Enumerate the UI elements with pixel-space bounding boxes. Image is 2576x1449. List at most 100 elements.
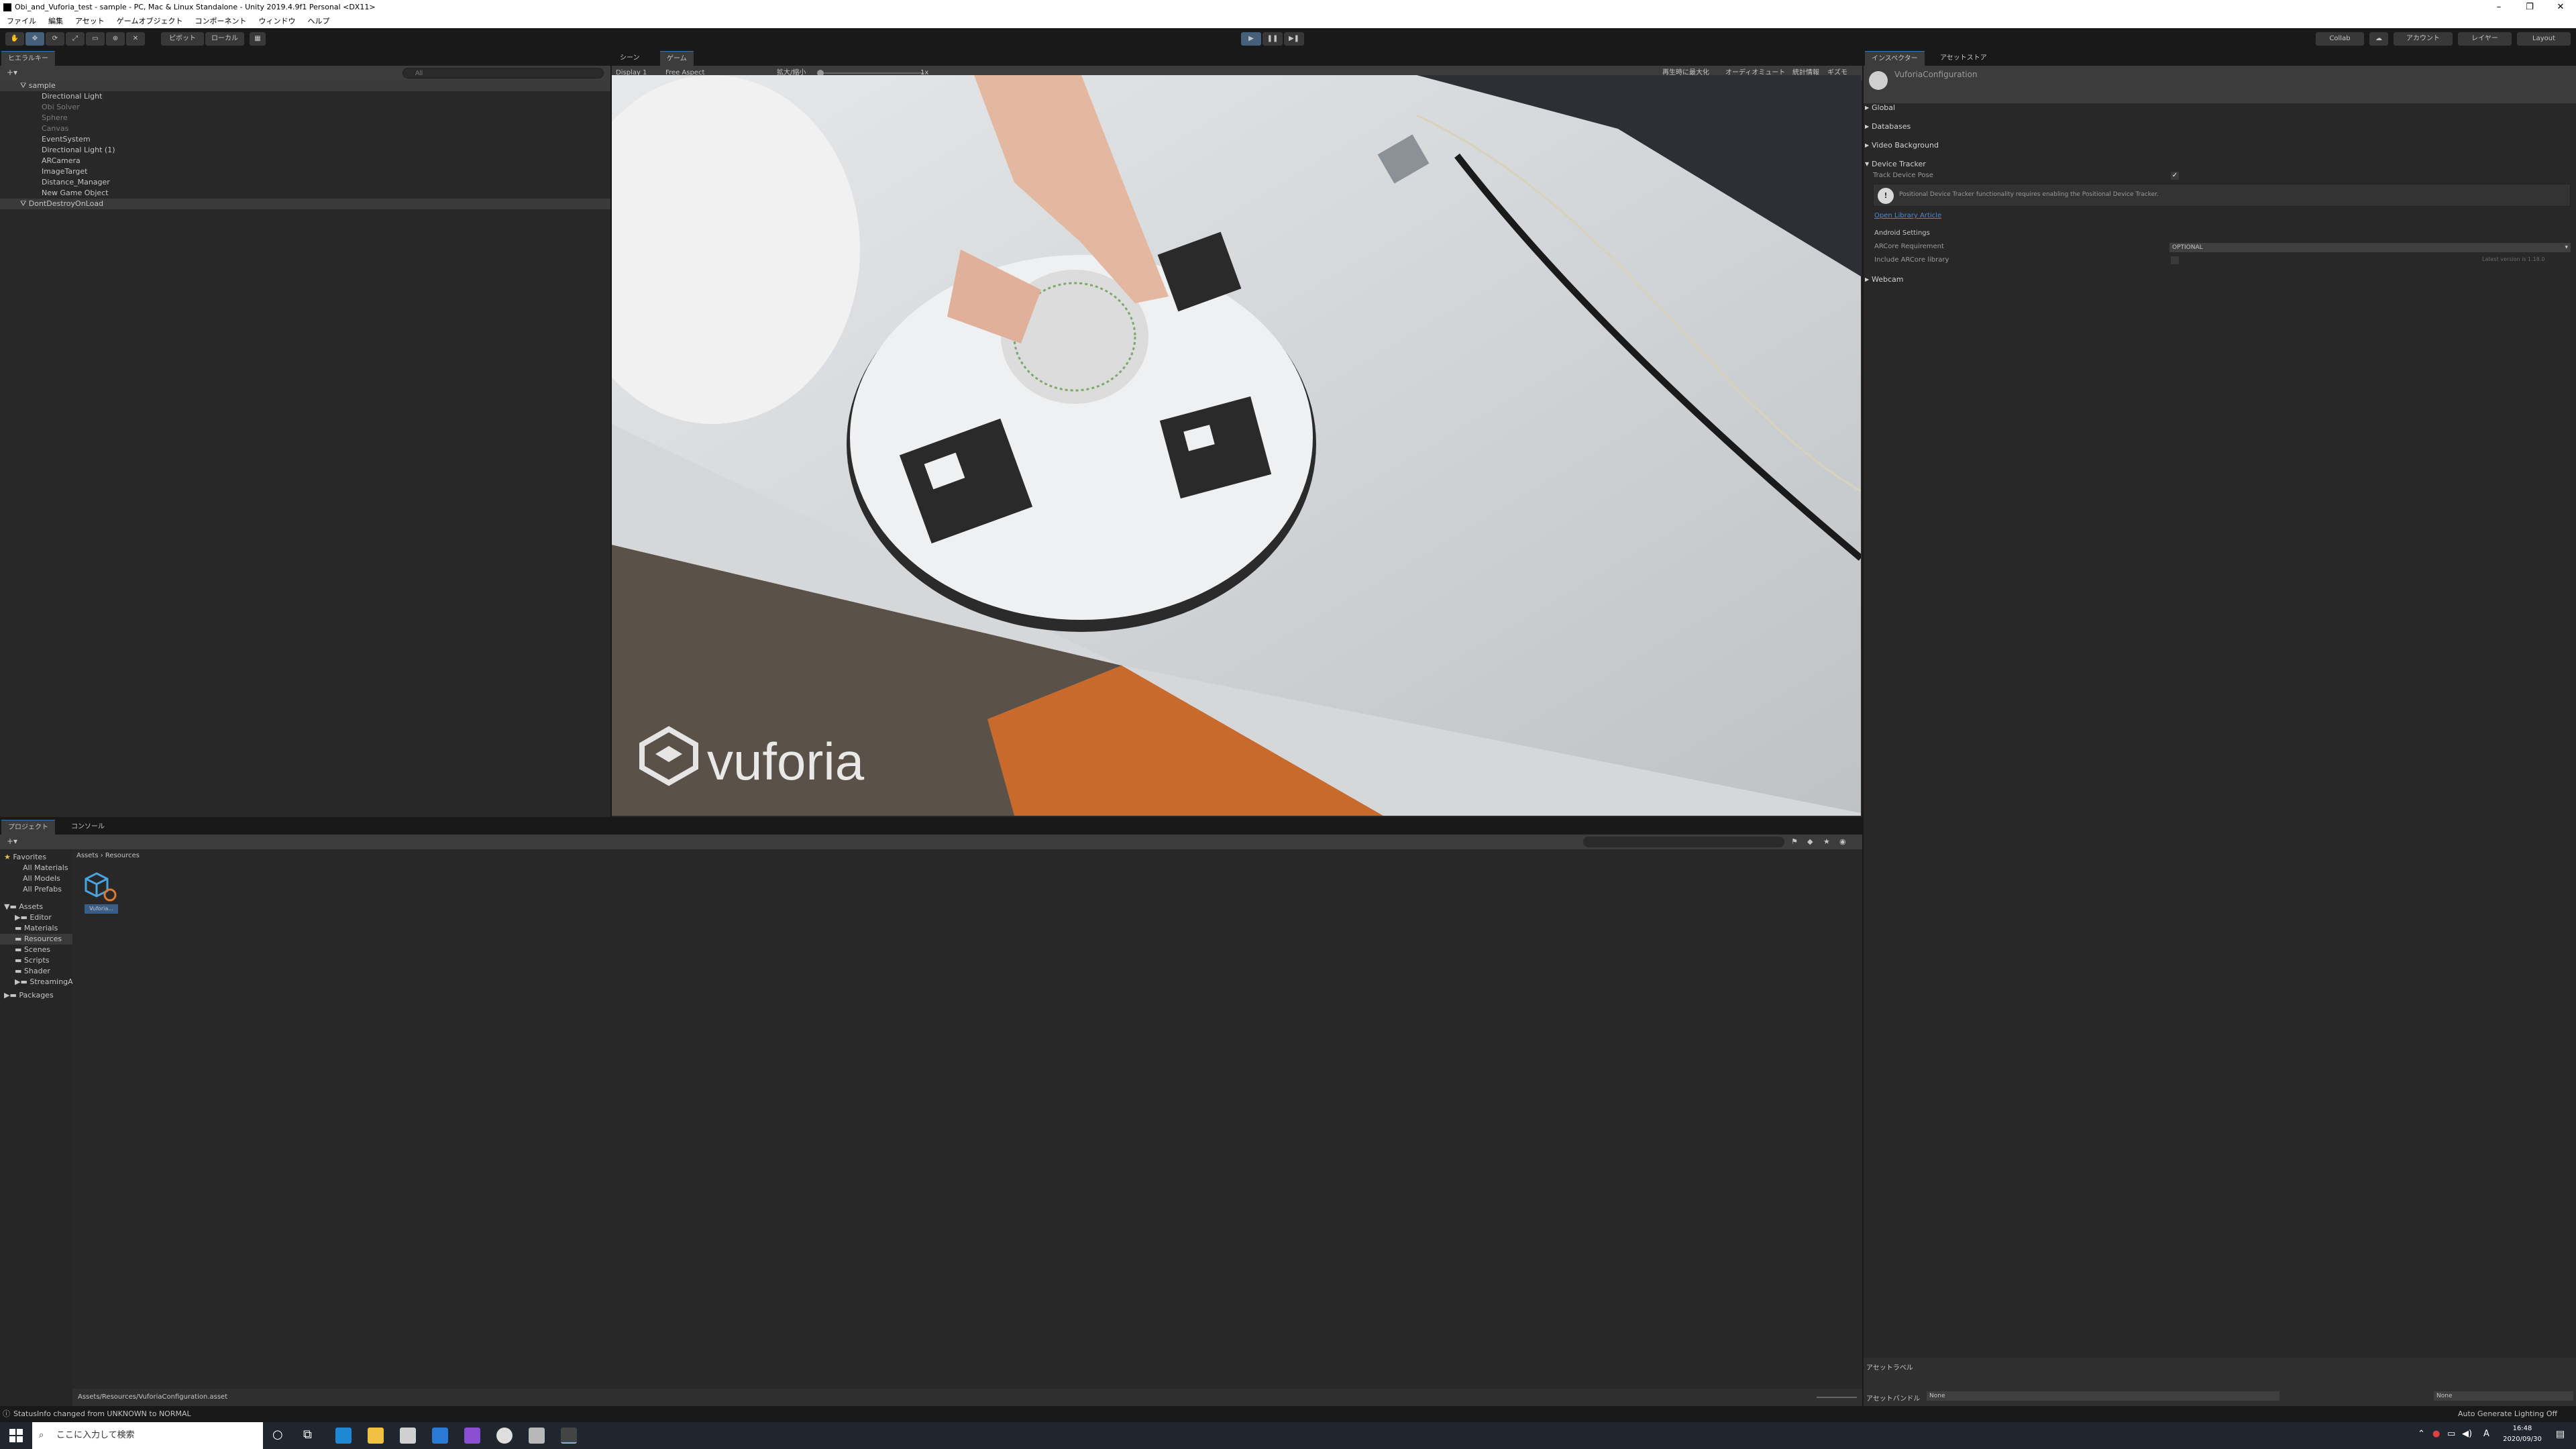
clock[interactable]: 16:48 2020/09/30 <box>2496 1424 2549 1445</box>
hierarchy-item[interactable]: ARCamera <box>0 156 80 166</box>
pause-button[interactable]: ❚❚ <box>1263 32 1283 46</box>
custom-tool-button[interactable]: ✕ <box>126 32 145 46</box>
tab-project[interactable]: プロジェクト <box>1 820 55 835</box>
scale-slider[interactable] <box>817 72 924 74</box>
tab-asset-store[interactable]: アセットストア <box>1933 51 1994 66</box>
play-button[interactable]: ▶ <box>1241 32 1261 46</box>
rect-tool-button[interactable]: ▭ <box>86 32 105 46</box>
scene-row[interactable]: ⛛ sample <box>0 80 610 91</box>
grid-snap-button[interactable]: ▦ <box>250 32 266 46</box>
favorite-item[interactable]: All Materials <box>23 863 68 873</box>
favorite-item[interactable]: All Prefabs <box>23 884 62 895</box>
filter-label-icon[interactable]: ◆ <box>1807 837 1813 846</box>
favorite-icon[interactable]: ★ <box>1823 837 1830 846</box>
section-databases[interactable]: ▶ Databases <box>1862 118 2576 136</box>
account-dropdown[interactable]: アカウント <box>2394 32 2453 46</box>
tray-app-icon[interactable]: ● <box>2432 1429 2440 1439</box>
windows-start-icon[interactable] <box>9 1429 23 1442</box>
network-icon[interactable]: ▭ <box>2447 1429 2455 1439</box>
menu-file[interactable]: ファイル <box>7 15 36 28</box>
layers-dropdown[interactable]: レイヤー <box>2458 32 2512 46</box>
packages-row[interactable]: ▶▬ Packages <box>4 990 54 1001</box>
tab-game[interactable]: ゲーム <box>660 51 694 66</box>
game-view-image[interactable]: vuforia <box>612 75 1861 816</box>
asset-variant-dropdown[interactable]: None <box>2434 1391 2573 1401</box>
hierarchy-item[interactable]: Obi Solver <box>0 102 80 113</box>
section-video-background[interactable]: ▶ Video Background <box>1862 137 2576 154</box>
breadcrumb-resources[interactable]: Resources <box>105 852 140 859</box>
taskbar-search-box[interactable]: ⌕ ここに入力して検索 <box>32 1422 263 1449</box>
move-tool-button[interactable]: ✥ <box>25 32 44 46</box>
include-arcore-checkbox[interactable] <box>2171 256 2179 264</box>
hierarchy-item[interactable]: Directional Light (1) <box>0 145 115 156</box>
assets-root-row[interactable]: ▼▬ Assets <box>4 902 43 912</box>
hierarchy-item[interactable]: Distance_Manager <box>0 177 110 188</box>
favorite-item[interactable]: All Models <box>23 873 60 884</box>
vuforia-config-asset[interactable] <box>83 869 118 904</box>
favorites-row[interactable]: ★ Favorites <box>4 852 46 863</box>
cortana-icon[interactable]: ○ <box>272 1428 283 1442</box>
transform-tool-button[interactable]: ⊕ <box>106 32 125 46</box>
track-device-pose-checkbox[interactable]: ✓ <box>2171 172 2179 180</box>
minimize-button[interactable]: – <box>2483 0 2514 15</box>
folder-row[interactable]: ▬ Scenes <box>15 945 50 955</box>
hierarchy-item[interactable]: EventSystem <box>0 134 91 145</box>
add-icon[interactable]: +▾ <box>7 837 17 846</box>
tab-console[interactable]: コンソール <box>64 820 111 835</box>
local-toggle[interactable]: ローカル <box>205 32 244 46</box>
menu-component[interactable]: コンポーネント <box>195 15 246 28</box>
task-view-icon[interactable]: ⧉ <box>303 1428 312 1442</box>
hierarchy-item[interactable]: New Game Object <box>0 188 109 199</box>
project-search-input[interactable] <box>1583 837 1784 847</box>
section-global[interactable]: ▶ Global <box>1862 99 2576 117</box>
folder-row-selected[interactable]: ▬ Resources <box>0 934 72 945</box>
hierarchy-item[interactable]: Sphere <box>0 113 68 123</box>
status-message[interactable]: StatusInfo changed from UNKNOWN to NORMA… <box>13 1406 191 1422</box>
folder-row[interactable]: ▶▬ Editor <box>15 912 52 923</box>
unity-hub-icon[interactable] <box>529 1428 545 1444</box>
asset-bundle-dropdown[interactable]: None <box>1927 1391 2279 1401</box>
library-article-link[interactable]: Open Library Article <box>1874 212 1941 219</box>
hierarchy-item[interactable]: Directional Light <box>0 91 102 102</box>
rotate-tool-button[interactable]: ⟳ <box>46 32 64 46</box>
mail-icon[interactable] <box>432 1428 448 1444</box>
tab-inspector[interactable]: インスペクター <box>1865 51 1925 66</box>
chrome-icon[interactable] <box>496 1428 513 1444</box>
tab-scene[interactable]: シーン <box>613 51 647 66</box>
ime-indicator[interactable]: A <box>2483 1429 2489 1439</box>
tray-chevron-icon[interactable]: ⌃ <box>2418 1429 2425 1439</box>
cloud-icon[interactable]: ☁ <box>2369 32 2388 46</box>
menu-assets[interactable]: アセット <box>75 15 105 28</box>
folder-row[interactable]: ▶▬ StreamingAssets <box>15 977 72 987</box>
tab-hierarchy[interactable]: ヒエラルキー <box>1 51 55 66</box>
file-explorer-icon[interactable] <box>368 1428 384 1444</box>
store-icon[interactable] <box>400 1428 416 1444</box>
menu-window[interactable]: ウィンドウ <box>258 15 295 28</box>
folder-row[interactable]: ▬ Shader <box>15 966 50 977</box>
breadcrumb-assets[interactable]: Assets <box>76 852 99 859</box>
hierarchy-item[interactable]: Canvas <box>0 123 68 134</box>
menu-help[interactable]: ヘルプ <box>307 15 329 28</box>
hidden-packages-icon[interactable]: ◉ <box>1839 837 1846 846</box>
scale-tool-button[interactable]: ⤢ <box>66 32 85 46</box>
hierarchy-item[interactable]: ImageTarget <box>0 166 87 177</box>
icon-size-slider[interactable] <box>1817 1397 1857 1398</box>
notification-icon[interactable]: ▤ <box>2556 1429 2565 1440</box>
dontdestroy-row[interactable]: ⛛ DontDestroyOnLoad <box>0 199 610 209</box>
filter-type-icon[interactable]: ⚑ <box>1791 837 1798 846</box>
pivot-toggle[interactable]: ピボット <box>161 32 204 46</box>
close-button[interactable]: ✕ <box>2545 0 2576 15</box>
arcore-requirement-dropdown[interactable]: OPTIONAL ▾ <box>2169 243 2571 252</box>
section-device-tracker[interactable]: ▼ Device Tracker <box>1862 156 2576 173</box>
visual-studio-icon[interactable] <box>464 1428 480 1444</box>
section-webcam[interactable]: ▶ Webcam <box>1862 271 2576 288</box>
edge-icon[interactable] <box>335 1428 352 1444</box>
unity-icon[interactable] <box>561 1428 577 1444</box>
layout-dropdown[interactable]: Layout <box>2517 32 2571 46</box>
add-icon[interactable]: +▾ <box>7 68 17 77</box>
folder-row[interactable]: ▬ Materials <box>15 923 58 934</box>
menu-edit[interactable]: 編集 <box>48 15 63 28</box>
collab-button[interactable]: Collab <box>2316 32 2364 46</box>
volume-icon[interactable]: ◀) <box>2462 1429 2472 1439</box>
hierarchy-search-input[interactable] <box>402 68 604 78</box>
